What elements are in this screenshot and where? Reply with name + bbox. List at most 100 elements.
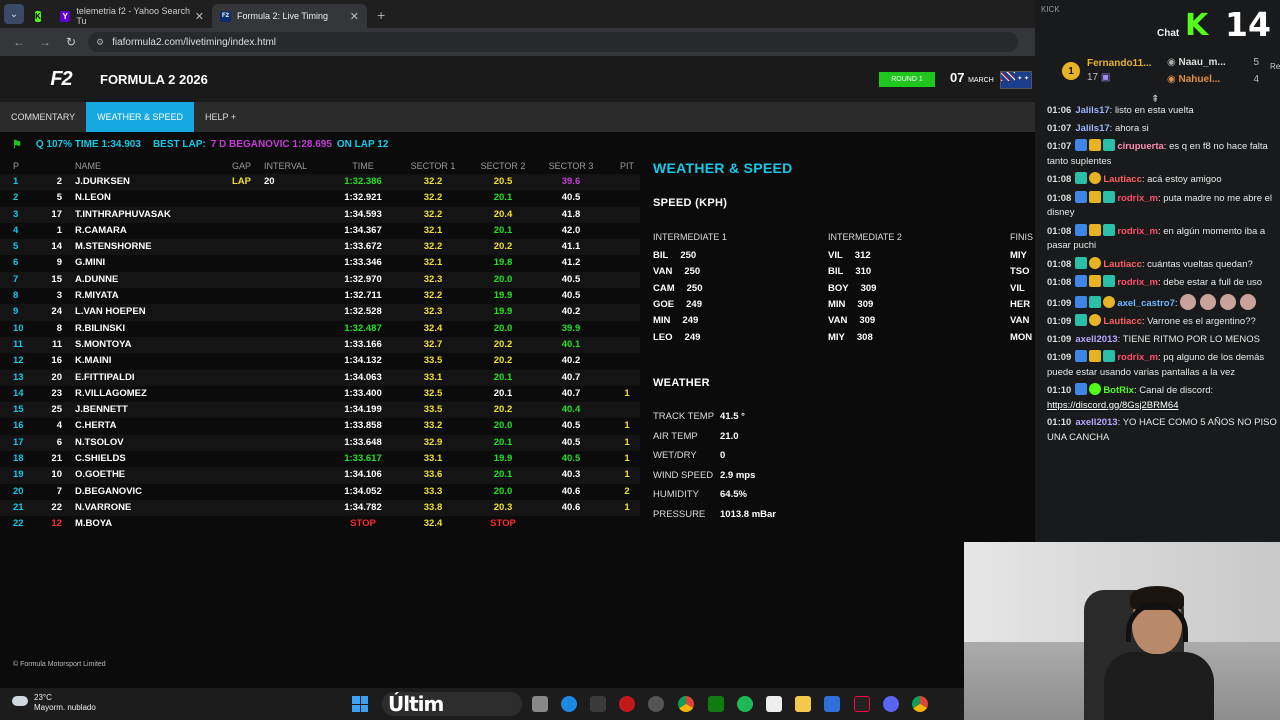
table-row[interactable]: 11 11 S.MONTOYA 1:33.166 32.7 20.2 40.1 — [0, 336, 640, 354]
viewer-count: 14 — [1225, 5, 1271, 44]
user-badge-icon — [1103, 139, 1116, 151]
table-row[interactable]: 1 2 J.DURKSEN LAP 20 1:32.386 32.2 20.5 39.6 — [0, 174, 640, 191]
cell-sector-1: 33.5 — [423, 404, 443, 416]
tab-kick[interactable]: K — [30, 4, 52, 28]
tab-yahoo-search[interactable]: Y telemetria f2 - Yahoo Search Tu ✕ — [52, 4, 212, 28]
file-explorer-icon[interactable] — [795, 696, 811, 712]
header-interval: INTERVAL — [264, 161, 308, 171]
chrome-icon[interactable] — [912, 696, 928, 712]
back-icon[interactable]: ← — [12, 35, 26, 49]
message-time: 01:08 — [1047, 174, 1072, 185]
opera-icon[interactable] — [619, 696, 635, 712]
chat-message: 01:07 cirupuerta: es q en f8 no hace falt… — [1047, 139, 1268, 167]
table-row[interactable]: 4 1 R.CAMARA 1:34.367 32.1 20.1 42.0 — [0, 223, 640, 239]
message-username[interactable]: Lautiacc — [1103, 174, 1142, 185]
table-row[interactable]: 18 21 C.SHIELDS 1:33.617 33.1 19.9 40.5 1 — [0, 451, 640, 467]
leader-row[interactable]: ◉ Naau_m... 5 — [1167, 57, 1259, 68]
close-tab-icon[interactable]: ✕ — [195, 10, 204, 23]
chrome-icon[interactable] — [678, 696, 694, 712]
site-info-icon[interactable]: ⚙ — [96, 37, 104, 48]
table-row[interactable]: 9 24 L.VAN HOEPEN 1:32.528 32.3 19.9 40.2 — [0, 304, 640, 321]
tab-search-chevron-icon[interactable]: ⌄ — [4, 4, 24, 24]
table-row[interactable]: 7 15 A.DUNNE 1:32.970 32.3 20.0 40.5 — [0, 271, 640, 289]
message-time: 01:08 — [1047, 258, 1072, 270]
side-label: Re — [1270, 62, 1280, 71]
f2-logo[interactable]: F2 — [36, 67, 86, 91]
message-username[interactable]: rodrix_m — [1117, 226, 1158, 237]
app-icon[interactable] — [590, 696, 606, 712]
table-row[interactable]: 8 3 R.MIYATA 1:32.711 32.2 19.9 40.5 — [0, 288, 640, 304]
cell-position: 2 — [13, 192, 19, 204]
xbox-icon[interactable] — [708, 696, 724, 712]
table-row[interactable]: 15 25 J.BENNETT 1:34.199 33.5 20.2 40.4 — [0, 402, 640, 419]
leaderboard-others: ◉ Naau_m... 5 ◉ Nahuel... 4 — [1167, 52, 1259, 98]
message-username[interactable]: axel_castro7 — [1117, 298, 1175, 309]
cell-car-number: 14 — [51, 241, 62, 253]
best-lap-on-lap: ON LAP 12 — [336, 138, 389, 150]
cell-pit — [615, 239, 639, 255]
table-row[interactable]: 20 7 D.BEGANOVIC 1:34.052 33.3 20.0 40.6 2 — [0, 484, 640, 500]
user-badge-icon — [1103, 275, 1116, 287]
message-username[interactable]: rodrix_m — [1117, 277, 1158, 288]
table-row[interactable]: 12 16 K.MAINI 1:34.132 33.5 20.2 40.2 — [0, 353, 640, 369]
cell-pit: 1 — [624, 453, 630, 465]
leader-row[interactable]: ◉ Nahuel... 4 — [1167, 74, 1259, 85]
table-row[interactable]: 13 20 E.FITTIPALDI 1:34.063 33.1 20.1 40.7 — [0, 369, 640, 386]
chat-message: 01:08 rodrix_m: en algún momento iba a pa… — [1047, 223, 1266, 251]
table-row[interactable]: 22 12 M.BOYA STOP 32.4 STOP — [0, 516, 640, 532]
cell-position: 17 — [13, 436, 24, 448]
speed-header-finish: FINIS — [1010, 232, 1034, 242]
cell-lap-time: 1:33.346 — [344, 257, 382, 269]
gold-medal-icon: 1 — [1062, 62, 1080, 80]
close-tab-icon[interactable]: ✕ — [350, 10, 359, 23]
weather-row: AIR TEMP 21.0 — [653, 431, 739, 442]
tab-commentary[interactable]: COMMENTARY — [0, 102, 86, 132]
leader-name[interactable]: Fernando11... — [1087, 58, 1151, 69]
table-row[interactable]: 21 22 N.VARRONE 1:34.782 33.8 20.3 40.6 1 — [0, 499, 640, 517]
message-username[interactable]: Lautiacc — [1103, 316, 1142, 327]
taskbar-search[interactable]: Últim — [382, 692, 522, 716]
store-icon[interactable] — [824, 696, 840, 712]
cell-sector-2: 20.0 — [493, 322, 513, 334]
message-username[interactable]: rodrix_m — [1117, 352, 1158, 363]
message-text: debe estar a full de uso — [1163, 277, 1263, 288]
reload-icon[interactable]: ↻ — [64, 35, 78, 49]
new-tab-button[interactable]: + — [377, 7, 385, 23]
table-row[interactable]: 16 4 C.HERTA 1:33.858 33.2 20.0 40.5 1 — [0, 418, 640, 434]
url-field[interactable]: ⚙ fiaformula2.com/livetiming/index.html — [88, 32, 1018, 52]
cell-lap-time: 1:33.672 — [344, 241, 382, 253]
tab-formula2-live-timing[interactable]: F2 Formula 2: Live Timing ✕ — [212, 4, 367, 28]
task-view-icon[interactable] — [532, 696, 548, 712]
steam-icon[interactable] — [648, 696, 664, 712]
cell-sector-3: 40.5 — [561, 192, 581, 204]
table-row[interactable]: 10 8 R.BILINSKI 1:32.487 32.4 20.0 39.9 — [0, 321, 640, 337]
table-row[interactable]: 6 9 G.MINI 1:33.346 32.1 19.8 41.2 — [0, 255, 640, 271]
table-row[interactable]: 14 23 R.VILLAGOMEZ 1:33.400 32.5 20.1 40.7 1 — [0, 386, 640, 402]
message-username[interactable]: Lautiacc — [1103, 259, 1142, 270]
forward-icon[interactable]: → — [38, 35, 52, 49]
message-username[interactable]: rodrix_m — [1117, 193, 1158, 204]
table-row[interactable]: 5 14 M.STENSHORNE 1:33.672 32.2 20.2 41.1 — [0, 239, 640, 256]
message-username[interactable]: Jalils17 — [1075, 123, 1109, 134]
table-row[interactable]: 3 17 T.INTHRAPHUVASAK 1:34.593 32.2 20.4 41.8 — [0, 206, 640, 223]
capcut-icon[interactable] — [766, 696, 782, 712]
speed-driver: BOY — [828, 282, 849, 294]
tiktok-icon[interactable] — [854, 696, 870, 712]
discord-icon[interactable] — [883, 696, 899, 712]
tab-help[interactable]: HELP + — [194, 102, 247, 132]
message-username[interactable]: cirupuerta — [1117, 141, 1163, 152]
edge-icon[interactable] — [561, 696, 577, 712]
message-link[interactable]: https://discord.gg/8Gsj2BRM64 — [1047, 400, 1178, 411]
weather-widget[interactable]: 23°C Mayorm. nublado — [12, 693, 96, 713]
windows-start-icon[interactable] — [352, 696, 368, 712]
spotify-icon[interactable] — [737, 696, 753, 712]
table-row[interactable]: 2 5 N.LEON 1:32.921 32.2 20.1 40.5 — [0, 190, 640, 206]
message-username[interactable]: BotRix — [1103, 385, 1134, 396]
tab-weather-speed[interactable]: WEATHER & SPEED — [86, 102, 195, 132]
table-row[interactable]: 19 10 O.GOETHE 1:34.106 33.6 20.1 40.3 1 — [0, 467, 640, 484]
message-username[interactable]: Jalils17 — [1075, 105, 1109, 116]
message-username[interactable]: axell2013 — [1075, 334, 1117, 345]
table-row[interactable]: 17 6 N.TSOLOV 1:33.648 32.9 20.1 40.5 1 — [0, 434, 640, 452]
cell-sector-2: 20.1 — [493, 436, 513, 448]
message-username[interactable]: axell2013 — [1075, 417, 1117, 428]
